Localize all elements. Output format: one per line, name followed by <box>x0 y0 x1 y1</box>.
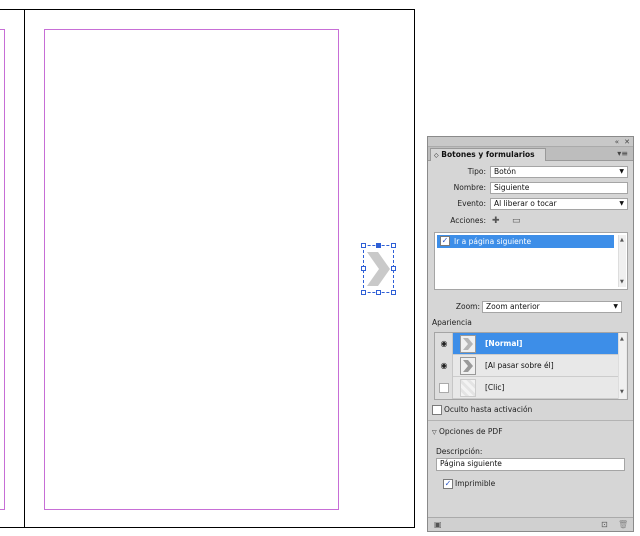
evento-value: Al liberar o tocar <box>494 199 557 208</box>
handle-middle-left[interactable] <box>361 266 366 271</box>
page-bottom-edge <box>0 527 415 528</box>
page-top-edge <box>0 9 415 10</box>
actions-scrollbar[interactable]: ▲ ▼ <box>618 235 626 287</box>
action-checkbox[interactable]: ✓ <box>440 236 450 246</box>
appearance-thumbnail <box>460 335 476 353</box>
disclosure-triangle-icon: ▽ <box>432 429 437 436</box>
zoom-select[interactable]: Zoom anterior ▼ <box>482 301 622 313</box>
empty-checkbox-icon[interactable] <box>439 383 449 393</box>
appearance-list[interactable]: ◉ [Normal] ◉ [Al pasar sobre él] [Clic] … <box>434 332 628 400</box>
spread-spine <box>24 10 25 528</box>
next-button-object[interactable] <box>361 243 396 295</box>
panel-tab-row: ◇ Botones y formularios ▾≡ <box>428 147 633 161</box>
handle-top-left[interactable] <box>361 243 366 248</box>
nombre-value: Siguiente <box>494 183 530 192</box>
nombre-label: Nombre: <box>453 183 486 192</box>
handle-bottom-right[interactable] <box>391 290 396 295</box>
buttons-forms-panel: « ✕ ◇ Botones y formularios ▾≡ Tipo: Bot… <box>427 136 634 532</box>
nombre-input[interactable]: Siguiente <box>490 182 628 194</box>
appearance-label: [Al pasar sobre él] <box>485 361 554 370</box>
appearance-label: [Clic] <box>485 383 505 392</box>
pdf-options-label: Opciones de PDF <box>439 427 503 436</box>
eye-icon[interactable]: ◉ <box>439 339 449 349</box>
acciones-label: Acciones: <box>450 216 486 225</box>
tipo-value: Botón <box>494 167 517 176</box>
descripcion-value: Página siguiente <box>440 459 502 468</box>
appearance-row-normal[interactable]: ◉ [Normal] <box>435 333 619 355</box>
imprimible-checkbox[interactable]: ✓ <box>443 479 453 489</box>
indesign-workspace: « ✕ ◇ Botones y formularios ▾≡ Tipo: Bot… <box>0 0 640 536</box>
descripcion-input[interactable]: Página siguiente <box>436 458 625 471</box>
action-label: Ir a página siguiente <box>454 237 532 246</box>
add-action-icon[interactable]: ✚ <box>492 216 500 226</box>
handle-bottom-left[interactable] <box>361 290 366 295</box>
tab-label: Botones y formularios <box>441 150 535 159</box>
convert-to-button-icon[interactable]: ⊡ <box>601 520 608 530</box>
section-divider <box>428 420 633 421</box>
handle-middle-right[interactable] <box>391 266 396 271</box>
appearance-eye-cell <box>435 377 453 399</box>
action-item[interactable]: ✓ Ir a página siguiente <box>437 235 614 248</box>
page-right-edge <box>414 9 415 528</box>
selection-frame <box>363 245 394 293</box>
remove-action-icon[interactable]: ▭ <box>512 216 521 226</box>
scroll-up-icon[interactable]: ▲ <box>620 237 624 243</box>
double-chevron-left-icon[interactable]: « <box>615 137 619 147</box>
tipo-select[interactable]: Botón ▼ <box>490 166 628 178</box>
scroll-down-icon[interactable]: ▼ <box>620 279 624 285</box>
chevron-right-icon <box>463 360 473 372</box>
eye-icon[interactable]: ◉ <box>439 361 449 371</box>
appearance-label: [Normal] <box>485 339 523 348</box>
handle-top-right[interactable] <box>391 243 396 248</box>
pdf-options-toggle[interactable]: ▽ Opciones de PDF <box>432 427 503 438</box>
panel-menu-icon[interactable]: ▾≡ <box>617 148 628 160</box>
handle-bottom-center[interactable] <box>376 290 381 295</box>
left-page-margin-guide <box>0 29 5 510</box>
oculto-checkbox[interactable] <box>432 405 442 415</box>
appearance-eye-cell: ◉ <box>435 355 453 377</box>
oculto-label: Oculto hasta activación <box>444 405 533 414</box>
chevron-right-icon <box>463 338 473 350</box>
tab-expand-icon: ◇ <box>434 152 439 159</box>
zoom-label: Zoom: <box>455 302 480 311</box>
chevron-down-icon: ▼ <box>619 200 624 207</box>
descripcion-label: Descripción: <box>436 447 483 456</box>
scroll-down-icon[interactable]: ▼ <box>620 389 624 395</box>
panel-bottom-bar: ▣ ⊡ 🗑 <box>428 517 633 531</box>
chevron-down-icon: ▼ <box>619 168 624 175</box>
chevron-down-icon: ▼ <box>613 303 618 310</box>
imprimible-label: Imprimible <box>455 479 496 488</box>
appearance-row-hover[interactable]: ◉ [Al pasar sobre él] <box>435 355 619 377</box>
apariencia-label: Apariencia <box>432 318 472 327</box>
zoom-value: Zoom anterior <box>486 302 540 311</box>
appearance-eye-cell: ◉ <box>435 333 453 355</box>
close-icon[interactable]: ✕ <box>624 137 630 147</box>
panel-title-bar[interactable]: « ✕ <box>428 137 633 147</box>
right-page-margin-guide <box>44 29 339 510</box>
trash-icon[interactable]: 🗑 <box>618 520 628 530</box>
tipo-label: Tipo: <box>467 167 486 176</box>
convert-icon[interactable]: ▣ <box>434 520 442 530</box>
scroll-up-icon[interactable]: ▲ <box>620 336 624 342</box>
appearance-row-click[interactable]: [Clic] <box>435 377 619 399</box>
evento-select[interactable]: Al liberar o tocar ▼ <box>490 198 628 210</box>
tab-botones-formularios[interactable]: ◇ Botones y formularios <box>430 148 546 161</box>
appearance-thumbnail-empty <box>460 379 476 397</box>
appearance-scrollbar[interactable]: ▲ ▼ <box>618 333 626 399</box>
evento-label: Evento: <box>457 199 486 208</box>
actions-list[interactable]: ✓ Ir a página siguiente ▲ ▼ <box>434 232 628 290</box>
handle-top-center[interactable] <box>376 243 381 248</box>
appearance-thumbnail <box>460 357 476 375</box>
